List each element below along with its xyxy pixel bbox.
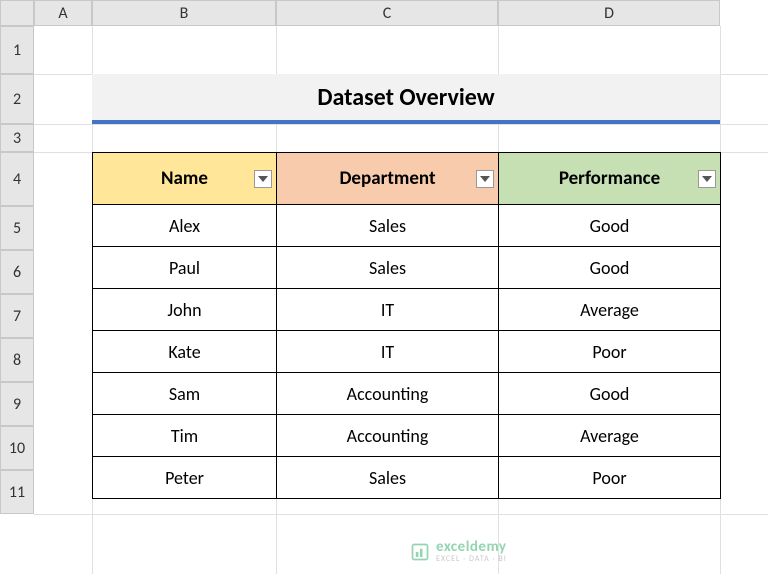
page-title: Dataset Overview — [92, 74, 720, 124]
cell-performance[interactable]: Average — [499, 415, 721, 457]
row-header-7[interactable]: 7 — [0, 294, 34, 338]
col-header-B[interactable]: B — [92, 0, 276, 26]
filter-button-department[interactable] — [476, 170, 494, 188]
table-row: Tim Accounting Average — [93, 415, 721, 457]
cell-department[interactable]: Sales — [277, 205, 499, 247]
table-row: Kate IT Poor — [93, 331, 721, 373]
cell-name[interactable]: Kate — [93, 331, 277, 373]
table-row: Paul Sales Good — [93, 247, 721, 289]
row-header-9[interactable]: 9 — [0, 382, 34, 426]
cell-department[interactable]: Sales — [277, 457, 499, 499]
cell-name[interactable]: Sam — [93, 373, 277, 415]
row-header-5[interactable]: 5 — [0, 206, 34, 250]
cell-department[interactable]: Accounting — [277, 373, 499, 415]
header-department: Department — [277, 153, 499, 205]
cell-performance[interactable]: Good — [499, 247, 721, 289]
row-header-3[interactable]: 3 — [0, 124, 34, 152]
col-header-A[interactable]: A — [34, 0, 92, 26]
watermark: exceldemy EXCEL · DATA · BI — [410, 540, 507, 563]
filter-button-name[interactable] — [254, 170, 272, 188]
cell-department[interactable]: IT — [277, 289, 499, 331]
row-header-4[interactable]: 4 — [0, 152, 34, 206]
cell-name[interactable]: Paul — [93, 247, 277, 289]
chevron-down-icon — [258, 176, 268, 182]
watermark-main: exceldemy — [436, 540, 507, 555]
table-row: John IT Average — [93, 289, 721, 331]
row-header-2[interactable]: 2 — [0, 74, 34, 124]
cell-performance[interactable]: Poor — [499, 457, 721, 499]
table-row: Sam Accounting Good — [93, 373, 721, 415]
data-table: Name Department Performance — [92, 152, 721, 499]
filter-button-performance[interactable] — [698, 170, 716, 188]
cell-department[interactable]: Sales — [277, 247, 499, 289]
header-performance: Performance — [499, 153, 721, 205]
row-header-11[interactable]: 11 — [0, 470, 34, 514]
row-header-8[interactable]: 8 — [0, 338, 34, 382]
cell-name[interactable]: Alex — [93, 205, 277, 247]
row-header-1[interactable]: 1 — [0, 26, 34, 74]
chevron-down-icon — [480, 176, 490, 182]
header-name: Name — [93, 153, 277, 205]
cell-name[interactable]: Peter — [93, 457, 277, 499]
cell-name[interactable]: Tim — [93, 415, 277, 457]
cell-performance[interactable]: Poor — [499, 331, 721, 373]
table-header-row: Name Department Performance — [93, 153, 721, 205]
row-header-10[interactable]: 10 — [0, 426, 34, 470]
row-header-6[interactable]: 6 — [0, 250, 34, 294]
cell-performance[interactable]: Average — [499, 289, 721, 331]
table-row: Alex Sales Good — [93, 205, 721, 247]
cell-department[interactable]: IT — [277, 331, 499, 373]
cell-performance[interactable]: Good — [499, 205, 721, 247]
cell-name[interactable]: John — [93, 289, 277, 331]
col-header-C[interactable]: C — [276, 0, 498, 26]
header-department-label: Department — [339, 167, 435, 190]
select-all-corner[interactable] — [0, 0, 34, 26]
header-performance-label: Performance — [559, 167, 660, 190]
watermark-sub: EXCEL · DATA · BI — [436, 555, 507, 563]
spreadsheet: A B C D 1 2 3 4 5 6 7 8 9 10 11 Dataset … — [0, 0, 768, 574]
exceldemy-logo-icon — [410, 542, 430, 562]
chevron-down-icon — [702, 176, 712, 182]
table-row: Peter Sales Poor — [93, 457, 721, 499]
col-header-D[interactable]: D — [498, 0, 720, 26]
cell-department[interactable]: Accounting — [277, 415, 499, 457]
header-name-label: Name — [161, 167, 208, 190]
cell-performance[interactable]: Good — [499, 373, 721, 415]
